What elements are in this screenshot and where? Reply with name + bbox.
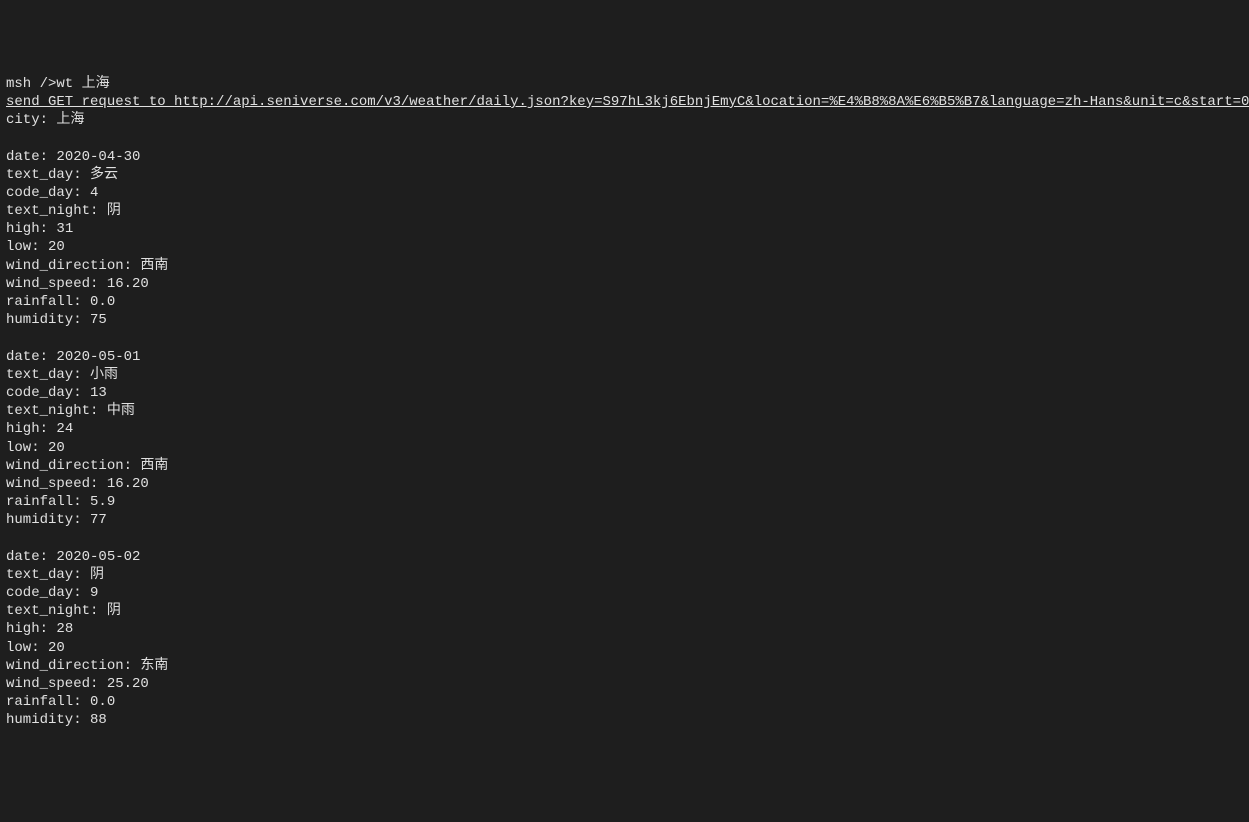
rainfall-label: rainfall: bbox=[6, 494, 90, 510]
high-label: high: bbox=[6, 421, 56, 437]
text-night-value: 阴 bbox=[107, 203, 121, 219]
wind-speed-label: wind_speed: bbox=[6, 476, 107, 492]
text-night-value: 阴 bbox=[107, 603, 121, 619]
high-value: 28 bbox=[56, 621, 73, 637]
wind-direction-value: 西南 bbox=[140, 258, 168, 274]
wind-direction-label: wind_direction: bbox=[6, 658, 140, 674]
rainfall-label: rainfall: bbox=[6, 294, 90, 310]
rainfall-value: 0.0 bbox=[90, 694, 115, 710]
rainfall-value: 0.0 bbox=[90, 294, 115, 310]
humidity-value: 88 bbox=[90, 712, 107, 728]
code-day-value: 4 bbox=[90, 185, 98, 201]
low-label: low: bbox=[6, 239, 48, 255]
text-night-label: text_night: bbox=[6, 603, 107, 619]
text-day-value: 多云 bbox=[90, 167, 118, 183]
text-day-value: 小雨 bbox=[90, 367, 118, 383]
text-day-label: text_day: bbox=[6, 367, 90, 383]
high-value: 31 bbox=[56, 221, 73, 237]
date-label: date: bbox=[6, 349, 56, 365]
humidity-value: 75 bbox=[90, 312, 107, 328]
wind-speed-label: wind_speed: bbox=[6, 276, 107, 292]
request-url-link[interactable]: http://api.seniverse.com/v3/weather/dail… bbox=[174, 94, 1249, 110]
shell-prompt: msh />wt 上海 bbox=[6, 76, 110, 92]
text-night-label: text_night: bbox=[6, 203, 107, 219]
code-day-label: code_day: bbox=[6, 185, 90, 201]
terminal-output[interactable]: msh />wt 上海 send GET request to http://a… bbox=[0, 73, 1249, 732]
date-value: 2020-05-02 bbox=[56, 549, 140, 565]
humidity-label: humidity: bbox=[6, 312, 90, 328]
date-label: date: bbox=[6, 149, 56, 165]
humidity-value: 77 bbox=[90, 512, 107, 528]
text-day-value: 阴 bbox=[90, 567, 104, 583]
humidity-label: humidity: bbox=[6, 712, 90, 728]
code-day-label: code_day: bbox=[6, 585, 90, 601]
wind-speed-value: 16.20 bbox=[107, 476, 149, 492]
text-day-label: text_day: bbox=[6, 567, 90, 583]
wind-direction-value: 西南 bbox=[140, 458, 168, 474]
humidity-label: humidity: bbox=[6, 512, 90, 528]
wind-speed-label: wind_speed: bbox=[6, 676, 107, 692]
high-value: 24 bbox=[56, 421, 73, 437]
code-day-value: 9 bbox=[90, 585, 98, 601]
low-label: low: bbox=[6, 440, 48, 456]
city-label: city: bbox=[6, 112, 56, 128]
date-value: 2020-05-01 bbox=[56, 349, 140, 365]
code-day-label: code_day: bbox=[6, 385, 90, 401]
text-night-label: text_night: bbox=[6, 403, 107, 419]
high-label: high: bbox=[6, 621, 56, 637]
rainfall-value: 5.9 bbox=[90, 494, 115, 510]
wind-direction-value: 东南 bbox=[140, 658, 168, 674]
date-value: 2020-04-30 bbox=[56, 149, 140, 165]
wind-speed-value: 25.20 bbox=[107, 676, 149, 692]
wind-direction-label: wind_direction: bbox=[6, 258, 140, 274]
date-label: date: bbox=[6, 549, 56, 565]
text-day-label: text_day: bbox=[6, 167, 90, 183]
low-value: 20 bbox=[48, 239, 65, 255]
request-prefix: send GET request to bbox=[6, 94, 174, 110]
low-value: 20 bbox=[48, 440, 65, 456]
text-night-value: 中雨 bbox=[107, 403, 135, 419]
code-day-value: 13 bbox=[90, 385, 107, 401]
high-label: high: bbox=[6, 221, 56, 237]
low-label: low: bbox=[6, 640, 48, 656]
city-value: 上海 bbox=[56, 112, 84, 128]
wind-speed-value: 16.20 bbox=[107, 276, 149, 292]
wind-direction-label: wind_direction: bbox=[6, 458, 140, 474]
low-value: 20 bbox=[48, 640, 65, 656]
rainfall-label: rainfall: bbox=[6, 694, 90, 710]
